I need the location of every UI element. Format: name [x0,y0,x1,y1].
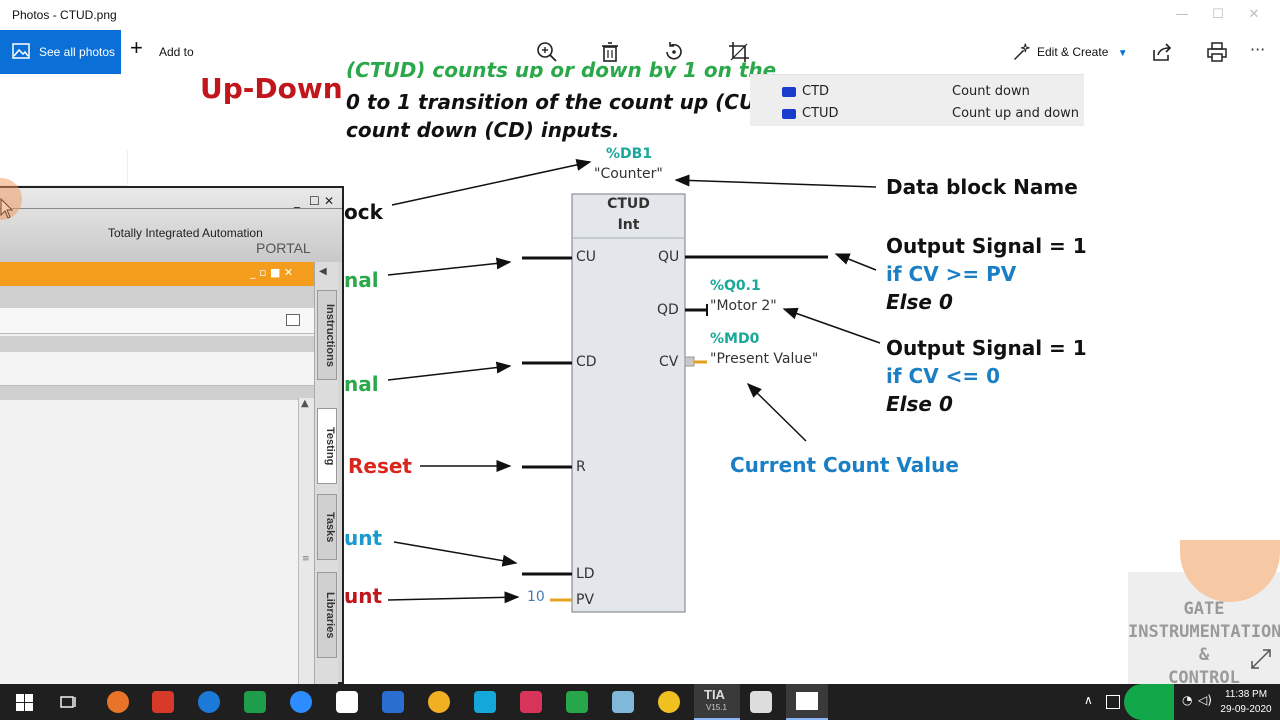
screen-tool-icon[interactable] [244,691,266,713]
annot-out1-else: Else 0 [886,290,953,314]
tia-close-button[interactable]: ✕ [324,194,334,208]
pin-ld: LD [576,566,595,582]
tab-instructions[interactable]: Instructions [317,290,337,380]
watermark-green-badge [1124,684,1174,720]
pane-band [0,336,314,352]
arrow [387,361,512,381]
qd-address: %Q0.1 [710,278,761,294]
network-icon[interactable]: ◔ [1182,693,1192,707]
zoom-app-icon[interactable] [290,691,312,713]
cv-name: "Present Value" [710,351,819,367]
arrow [391,159,592,206]
qd-name: "Motor 2" [710,298,777,314]
task-cards: ◀ Instructions Testing Tasks Libraries [314,262,338,684]
pv-value: 10 [527,589,545,605]
annot-out2-title: Output Signal = 1 [886,336,1087,360]
project-tree-pane [0,286,314,684]
tia-taskbar-label: TIA [704,687,725,702]
divider [0,208,342,209]
task-view-icon[interactable] [60,694,78,710]
arrow [387,591,520,604]
scroll-up-icon[interactable]: ▲ [301,398,309,409]
pin-qd: QD [657,302,679,318]
expand-icon[interactable] [1250,648,1272,670]
pin-cv: CV [659,354,679,370]
tia-taskbar-button[interactable]: TIA V15.1 [694,684,740,720]
cube-red-app-icon[interactable] [520,691,542,713]
cv-address: %MD0 [710,331,760,347]
clock-date: 29-09-2020 [1220,704,1272,715]
annot-out2-cond: if CV <= 0 [886,364,1001,388]
scroll-grip-icon[interactable]: ≡ [302,554,310,564]
arrow [387,257,512,276]
annot-out1-title: Output Signal = 1 [886,234,1087,258]
pin-r: R [576,459,586,475]
green-app-icon[interactable] [566,691,588,713]
editor-icon[interactable] [612,691,634,713]
view-toggle-icon[interactable] [286,314,300,326]
excel-icon[interactable] [336,691,358,713]
annot-out1-cond: if CV >= PV [886,262,1017,286]
volume-icon[interactable]: ◁) [1198,693,1212,707]
tia-minimize-button[interactable]: _ [294,194,300,208]
windows-start-icon[interactable] [16,694,33,711]
tab-tasks[interactable]: Tasks [317,494,337,560]
db-name: "Counter" [594,166,663,182]
chrome-icon[interactable] [658,691,680,713]
block-dtype: Int [617,217,640,233]
pin-qu: QU [658,249,680,265]
photos-taskbar-button[interactable] [786,684,828,720]
clock[interactable]: 11:38 PM 29-09-2020 [1216,687,1276,717]
db-address: %DB1 [606,146,653,162]
tia-maximize-button[interactable]: ☐ [309,194,320,208]
anydesk-icon[interactable] [152,691,174,713]
arrow [782,307,881,344]
visual-studio-icon[interactable] [382,691,404,713]
annot-out2-else: Else 0 [886,392,953,416]
watermark-line: INSTRUMENTATION [1128,622,1280,642]
pin-cu: CU [576,249,597,265]
arrow [834,253,877,271]
tia-title: Totally Integrated Automation [108,226,263,240]
tia-portal-window[interactable]: _ ☐ ✕ Totally Integrated Automation PORT… [0,186,344,684]
pin-cd: CD [576,354,597,370]
tray-chevron-icon[interactable]: ∧ [1084,693,1093,707]
firefox-icon[interactable] [107,691,129,713]
pin-pv: PV [576,592,595,608]
watermark-line: GATE [1183,599,1225,619]
tab-libraries[interactable]: Libraries [317,572,337,658]
tia-taskbar-version: V15.1 [706,703,727,712]
taskbar: TIA V15.1 ∧ ◔ ◁) 11:38 PM 29-09-2020 [0,684,1280,720]
annot-cv-label: Current Count Value [730,453,959,477]
tia-header: _ ☐ ✕ Totally Integrated Automation PORT… [0,188,342,262]
teamviewer-icon[interactable] [198,691,220,713]
clock-time: 11:38 PM [1224,689,1268,700]
tia-portal-label: PORTAL [256,240,311,256]
watermark-text: GATE INSTRUMENTATION & CONTROL [1128,598,1280,690]
cv-connector [684,356,695,367]
pane-band [0,386,314,400]
pane-section [0,352,314,386]
arrow [393,541,518,567]
tab-testing[interactable]: Testing [317,408,337,484]
photos-app: Photos - CTUD.png — ☐ ✕ See all photos +… [0,0,1280,720]
annot-db-name: Data block Name [886,175,1078,199]
media-player-icon[interactable] [428,691,450,713]
block-type: CTUD [607,196,650,212]
arrow [746,382,807,442]
arrow [674,174,877,188]
cube-app-icon[interactable] [474,691,496,713]
project-tree-header[interactable]: _ ▫ ■ ✕ [0,262,314,286]
scrollbar[interactable]: ▲ ≡ [298,398,314,684]
collapse-icon[interactable]: ◀ [319,266,327,277]
plc-sim-icon[interactable] [750,691,772,713]
photos-app-icon [796,692,818,710]
pane-controls[interactable]: _ ▫ ■ ✕ [250,266,293,279]
pane-band [0,286,314,308]
pane-toolbar [0,308,314,334]
tray-app-icon[interactable] [1106,695,1120,709]
